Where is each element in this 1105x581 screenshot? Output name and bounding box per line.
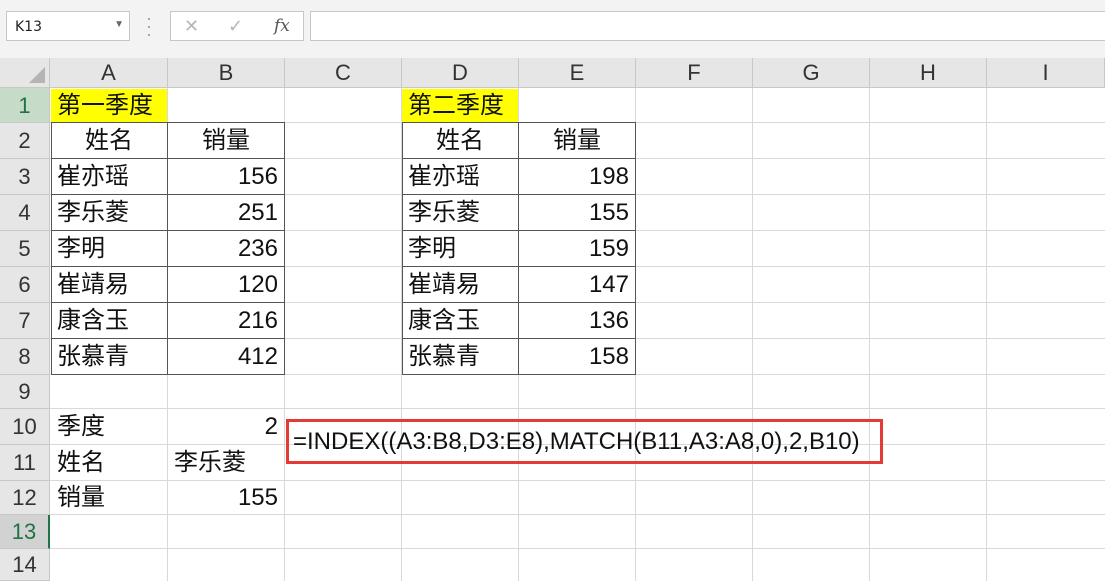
cell-a4[interactable]: 李乐菱 — [51, 195, 167, 230]
row-header-3[interactable]: 3 — [0, 159, 50, 195]
formula-buttons: ✕ ✓ fx — [170, 11, 304, 41]
chevron-down-icon[interactable]: ▼ — [114, 19, 124, 30]
column-header-d[interactable]: D — [402, 58, 519, 88]
cell-b7[interactable]: 216 — [168, 303, 284, 338]
column-header-g[interactable]: G — [753, 58, 870, 88]
select-all-corner[interactable] — [0, 58, 50, 88]
cell-b12[interactable]: 155 — [168, 481, 284, 514]
row-header-1[interactable]: 1 — [0, 88, 50, 123]
formula-text: =INDEX((A3:B8,D3:E8),MATCH(B11,A3:A8,0),… — [293, 428, 860, 455]
row-header-5[interactable]: 5 — [0, 231, 50, 267]
row-header-6[interactable]: 6 — [0, 267, 50, 303]
drag-handle-icon[interactable]: · · · — [146, 9, 152, 43]
cell-b11[interactable]: 李乐菱 — [168, 445, 284, 480]
enter-icon[interactable]: ✓ — [228, 16, 243, 37]
gridline — [50, 514, 1105, 515]
gridline — [752, 88, 753, 581]
cell-a10[interactable]: 季度 — [51, 409, 167, 444]
column-header-i[interactable]: I — [987, 58, 1105, 88]
formula-input[interactable] — [310, 11, 1105, 41]
cell-d6[interactable]: 崔靖易 — [402, 267, 518, 302]
cell-d2[interactable]: 姓名 — [402, 123, 518, 158]
table-border — [635, 122, 636, 374]
cell-a8[interactable]: 张慕青 — [51, 339, 167, 374]
column-header-b[interactable]: B — [168, 58, 285, 88]
cell-b5[interactable]: 236 — [168, 231, 284, 266]
cell-e8[interactable]: 158 — [519, 339, 635, 374]
cell-a12[interactable]: 销量 — [51, 481, 167, 514]
gridline — [50, 548, 1105, 549]
column-header-e[interactable]: E — [519, 58, 636, 88]
column-header-h[interactable]: H — [870, 58, 987, 88]
table-border — [51, 374, 285, 375]
column-header-c[interactable]: C — [285, 58, 402, 88]
name-box[interactable]: K13 ▼ — [6, 11, 130, 41]
table-border — [402, 374, 636, 375]
formula-bar: K13 ▼ · · · ✕ ✓ fx — [0, 0, 1105, 58]
column-header-f[interactable]: F — [636, 58, 753, 88]
cell-e6[interactable]: 147 — [519, 267, 635, 302]
row-header-12[interactable]: 12 — [0, 481, 50, 515]
row-header-11[interactable]: 11 — [0, 445, 50, 481]
formula-annotation-box: =INDEX((A3:B8,D3:E8),MATCH(B11,A3:A8,0),… — [286, 419, 883, 464]
row-header-9[interactable]: 9 — [0, 375, 50, 409]
row-header-2[interactable]: 2 — [0, 123, 50, 159]
cancel-icon[interactable]: ✕ — [184, 16, 199, 37]
row-header-10[interactable]: 10 — [0, 409, 50, 445]
row-header-7[interactable]: 7 — [0, 303, 50, 339]
cell-b2[interactable]: 销量 — [168, 123, 284, 158]
cell-a5[interactable]: 李明 — [51, 231, 167, 266]
cell-e3[interactable]: 198 — [519, 159, 635, 194]
cell-a7[interactable]: 康含玉 — [51, 303, 167, 338]
row-header-14[interactable]: 14 — [0, 549, 50, 581]
row-header-8[interactable]: 8 — [0, 339, 50, 375]
gridline — [986, 88, 987, 581]
cell-b4[interactable]: 251 — [168, 195, 284, 230]
cell-d7[interactable]: 康含玉 — [402, 303, 518, 338]
row-header-13[interactable]: 13 — [0, 515, 50, 549]
cell-b8[interactable]: 412 — [168, 339, 284, 374]
cell-e4[interactable]: 155 — [519, 195, 635, 230]
cell-d8[interactable]: 张慕青 — [402, 339, 518, 374]
cell-e2[interactable]: 销量 — [519, 123, 635, 158]
cell-d1[interactable]: 第二季度 — [402, 89, 518, 122]
cell-a6[interactable]: 崔靖易 — [51, 267, 167, 302]
cell-d3[interactable]: 崔亦瑶 — [402, 159, 518, 194]
column-header-a[interactable]: A — [50, 58, 168, 88]
table-border — [284, 122, 285, 374]
cell-a1[interactable]: 第一季度 — [51, 89, 167, 122]
name-box-value: K13 — [15, 19, 42, 35]
cell-b6[interactable]: 120 — [168, 267, 284, 302]
cell-e5[interactable]: 159 — [519, 231, 635, 266]
cell-b3[interactable]: 156 — [168, 159, 284, 194]
cell-a11[interactable]: 姓名 — [51, 445, 167, 480]
cell-e7[interactable]: 136 — [519, 303, 635, 338]
cell-a2[interactable]: 姓名 — [51, 123, 167, 158]
cell-b10[interactable]: 2 — [168, 409, 284, 444]
row-header-4[interactable]: 4 — [0, 195, 50, 231]
cell-a3[interactable]: 崔亦瑶 — [51, 159, 167, 194]
gridline — [869, 88, 870, 581]
insert-function-icon[interactable]: fx — [274, 16, 290, 36]
cell-d4[interactable]: 李乐菱 — [402, 195, 518, 230]
cell-d5[interactable]: 李明 — [402, 231, 518, 266]
